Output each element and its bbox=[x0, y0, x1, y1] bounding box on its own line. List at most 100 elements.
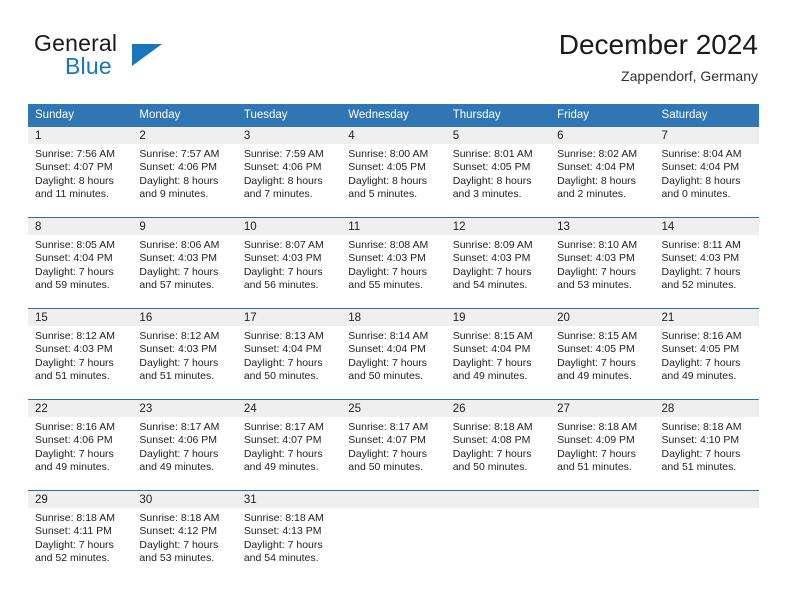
day-number: 22 bbox=[28, 400, 133, 417]
daylight-text-line2: and 0 minutes. bbox=[661, 188, 731, 201]
day-cell[interactable]: 9 Sunrise: 8:06 AM Sunset: 4:03 PM Dayli… bbox=[132, 218, 237, 308]
daylight-text-line2: and 50 minutes. bbox=[243, 370, 319, 383]
title-block: December 2024 Zappendorf, Germany bbox=[559, 28, 758, 86]
daylight-text-line1: Daylight: 7 hours bbox=[139, 538, 219, 551]
daylight-text-line1: Daylight: 7 hours bbox=[139, 447, 219, 460]
day-cell[interactable]: 22 Sunrise: 8:16 AM Sunset: 4:06 PM Dayl… bbox=[28, 400, 133, 490]
daylight-text-line1: Daylight: 7 hours bbox=[139, 356, 219, 369]
day-cell[interactable]: 31 Sunrise: 8:18 AM Sunset: 4:13 PM Dayl… bbox=[236, 491, 342, 581]
day-details: Sunrise: 7:59 AM Sunset: 4:06 PM Dayligh… bbox=[237, 144, 341, 217]
day-cell[interactable]: 25 Sunrise: 8:17 AM Sunset: 4:07 PM Dayl… bbox=[341, 400, 446, 490]
sunrise-text: Sunrise: 7:56 AM bbox=[35, 148, 115, 160]
day-details: Sunrise: 8:18 AM Sunset: 4:13 PM Dayligh… bbox=[237, 508, 341, 581]
day-details: Sunrise: 7:57 AM Sunset: 4:06 PM Dayligh… bbox=[132, 144, 236, 217]
day-cell[interactable]: 24 Sunrise: 8:17 AM Sunset: 4:07 PM Dayl… bbox=[236, 400, 342, 490]
day-cell[interactable]: 14 Sunrise: 8:11 AM Sunset: 4:03 PM Dayl… bbox=[654, 218, 759, 308]
sunrise-text: Sunrise: 8:12 AM bbox=[139, 330, 220, 342]
day-cell[interactable]: 11 Sunrise: 8:08 AM Sunset: 4:03 PM Dayl… bbox=[341, 218, 446, 308]
daylight-text-line1: Daylight: 8 hours bbox=[139, 174, 219, 187]
day-details: Sunrise: 8:16 AM Sunset: 4:06 PM Dayligh… bbox=[28, 417, 132, 490]
day-details: Sunrise: 8:18 AM Sunset: 4:08 PM Dayligh… bbox=[446, 417, 550, 490]
sunset-text: Sunset: 4:03 PM bbox=[35, 343, 113, 356]
day-cell[interactable]: 26 Sunrise: 8:18 AM Sunset: 4:08 PM Dayl… bbox=[445, 400, 551, 490]
day-cell[interactable]: 21 Sunrise: 8:16 AM Sunset: 4:05 PM Dayl… bbox=[654, 309, 759, 399]
day-cell[interactable]: 5 Sunrise: 8:01 AM Sunset: 4:05 PM Dayli… bbox=[445, 127, 551, 217]
general-blue-logo[interactable]: General Blue bbox=[34, 30, 264, 90]
calendar-page: General Blue December 2024 Zappendorf, G… bbox=[0, 0, 792, 612]
daylight-text-line2: and 51 minutes. bbox=[661, 461, 737, 474]
daylight-text-line1: Daylight: 7 hours bbox=[557, 356, 636, 369]
daylight-text-line1: Daylight: 7 hours bbox=[35, 356, 114, 369]
day-details: Sunrise: 8:06 AM Sunset: 4:03 PM Dayligh… bbox=[132, 235, 236, 308]
daylight-text-line2: and 49 minutes. bbox=[661, 370, 737, 383]
sunset-text: Sunset: 4:04 PM bbox=[243, 343, 322, 356]
day-cell[interactable]: 15 Sunrise: 8:12 AM Sunset: 4:03 PM Dayl… bbox=[28, 309, 133, 399]
day-number: 4 bbox=[341, 127, 446, 144]
day-details: Sunrise: 8:17 AM Sunset: 4:07 PM Dayligh… bbox=[341, 417, 445, 490]
calendar-grid: Sunday Monday Tuesday Wednesday Thursday… bbox=[28, 104, 759, 581]
day-cell[interactable]: 2 Sunrise: 7:57 AM Sunset: 4:06 PM Dayli… bbox=[132, 127, 237, 217]
daylight-text-line1: Daylight: 7 hours bbox=[661, 265, 741, 278]
day-cell[interactable]: 27 Sunrise: 8:18 AM Sunset: 4:09 PM Dayl… bbox=[550, 400, 655, 490]
day-cell[interactable]: 30 Sunrise: 8:18 AM Sunset: 4:12 PM Dayl… bbox=[132, 491, 237, 581]
day-cell[interactable]: 16 Sunrise: 8:12 AM Sunset: 4:03 PM Dayl… bbox=[132, 309, 237, 399]
sunset-text: Sunset: 4:03 PM bbox=[348, 252, 426, 265]
daylight-text-line1: Daylight: 8 hours bbox=[661, 174, 741, 187]
weekday-header-friday: Friday bbox=[557, 109, 590, 121]
day-cell-empty bbox=[445, 491, 551, 581]
daylight-text-line1: Daylight: 8 hours bbox=[243, 174, 323, 187]
day-cell[interactable]: 6 Sunrise: 8:02 AM Sunset: 4:04 PM Dayli… bbox=[550, 127, 655, 217]
sunset-text: Sunset: 4:07 PM bbox=[35, 161, 113, 174]
day-cell[interactable]: 28 Sunrise: 8:18 AM Sunset: 4:10 PM Dayl… bbox=[654, 400, 759, 490]
day-cell[interactable]: 19 Sunrise: 8:15 AM Sunset: 4:04 PM Dayl… bbox=[445, 309, 551, 399]
sunrise-text: Sunrise: 8:18 AM bbox=[139, 512, 220, 524]
daylight-text-line2: and 53 minutes. bbox=[139, 552, 215, 565]
sunrise-text: Sunrise: 8:05 AM bbox=[35, 239, 115, 251]
day-cell[interactable]: 18 Sunrise: 8:14 AM Sunset: 4:04 PM Dayl… bbox=[341, 309, 446, 399]
day-cell[interactable]: 29 Sunrise: 8:18 AM Sunset: 4:11 PM Dayl… bbox=[28, 491, 133, 581]
daylight-text-line1: Daylight: 7 hours bbox=[243, 447, 323, 460]
day-number: 14 bbox=[654, 218, 759, 235]
sunset-text: Sunset: 4:10 PM bbox=[661, 434, 740, 447]
day-cell[interactable]: 4 Sunrise: 8:00 AM Sunset: 4:05 PM Dayli… bbox=[341, 127, 446, 217]
day-cell[interactable]: 17 Sunrise: 8:13 AM Sunset: 4:04 PM Dayl… bbox=[236, 309, 342, 399]
sunset-text: Sunset: 4:05 PM bbox=[661, 343, 740, 356]
daylight-text-line1: Daylight: 8 hours bbox=[452, 174, 532, 187]
sunrise-text: Sunrise: 8:15 AM bbox=[557, 330, 638, 342]
day-cell[interactable]: 7 Sunrise: 8:04 AM Sunset: 4:04 PM Dayli… bbox=[654, 127, 759, 217]
daylight-text-line2: and 52 minutes. bbox=[35, 552, 110, 565]
day-number: 16 bbox=[132, 309, 237, 326]
day-cell[interactable]: 10 Sunrise: 8:07 AM Sunset: 4:03 PM Dayl… bbox=[236, 218, 342, 308]
day-number: 8 bbox=[28, 218, 133, 235]
day-details: Sunrise: 8:02 AM Sunset: 4:04 PM Dayligh… bbox=[550, 144, 654, 217]
sunset-text: Sunset: 4:06 PM bbox=[139, 434, 218, 447]
day-number: 20 bbox=[550, 309, 655, 326]
weekday-header-sunday: Sunday bbox=[35, 109, 75, 121]
daylight-text-line2: and 54 minutes. bbox=[452, 279, 528, 292]
day-cell[interactable]: 8 Sunrise: 8:05 AM Sunset: 4:04 PM Dayli… bbox=[28, 218, 133, 308]
day-cell[interactable]: 1 Sunrise: 7:56 AM Sunset: 4:07 PM Dayli… bbox=[28, 127, 133, 217]
daylight-text-line1: Daylight: 7 hours bbox=[452, 447, 532, 460]
page-title: December 2024 bbox=[558, 29, 758, 60]
daylight-text-line1: Daylight: 7 hours bbox=[139, 265, 219, 278]
day-details: Sunrise: 8:17 AM Sunset: 4:07 PM Dayligh… bbox=[237, 417, 341, 490]
day-cell[interactable]: 3 Sunrise: 7:59 AM Sunset: 4:06 PM Dayli… bbox=[236, 127, 342, 217]
day-cell[interactable]: 12 Sunrise: 8:09 AM Sunset: 4:03 PM Dayl… bbox=[445, 218, 551, 308]
day-cell-empty bbox=[550, 491, 655, 581]
day-cell[interactable]: 13 Sunrise: 8:10 AM Sunset: 4:03 PM Dayl… bbox=[550, 218, 655, 308]
day-details: Sunrise: 8:14 AM Sunset: 4:04 PM Dayligh… bbox=[341, 326, 445, 399]
day-cell[interactable]: 23 Sunrise: 8:17 AM Sunset: 4:06 PM Dayl… bbox=[132, 400, 237, 490]
logo-triangle-icon bbox=[132, 44, 162, 66]
sunset-text: Sunset: 4:04 PM bbox=[452, 343, 531, 356]
day-number: 31 bbox=[236, 491, 342, 508]
day-number: 26 bbox=[445, 400, 551, 417]
day-cell[interactable]: 20 Sunrise: 8:15 AM Sunset: 4:05 PM Dayl… bbox=[550, 309, 655, 399]
day-details: Sunrise: 8:07 AM Sunset: 4:03 PM Dayligh… bbox=[237, 235, 341, 308]
sunset-text: Sunset: 4:13 PM bbox=[243, 525, 322, 538]
sunset-text: Sunset: 4:12 PM bbox=[139, 525, 218, 538]
week-row: 29 Sunrise: 8:18 AM Sunset: 4:11 PM Dayl… bbox=[28, 490, 759, 581]
day-number bbox=[445, 491, 551, 508]
day-details bbox=[341, 508, 446, 581]
day-number: 17 bbox=[236, 309, 342, 326]
day-number: 5 bbox=[445, 127, 551, 144]
